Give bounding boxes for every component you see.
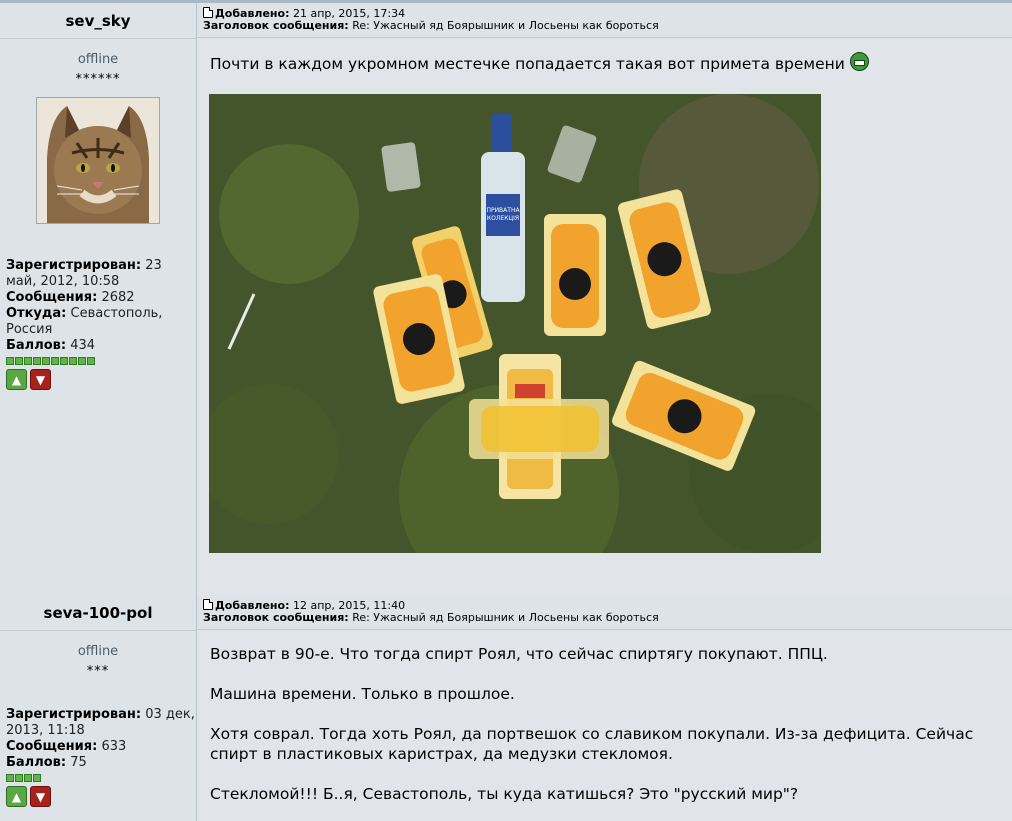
registered-label: Зарегистрирован:: [6, 707, 142, 722]
avatar: [36, 97, 160, 224]
paragraph: Стекломой!!! Б..я, Севастополь, ты куда …: [210, 785, 799, 803]
subject-label: Заголовок сообщения:: [203, 611, 349, 624]
post-message: Почти в каждом укромном местечке попадае…: [210, 55, 845, 73]
messages-label: Сообщения:: [6, 739, 98, 754]
thumbs-up-icon[interactable]: ▲: [6, 369, 27, 390]
post-icon[interactable]: [203, 7, 213, 18]
bottle-label-2: КОЛЕКЦІЯ: [487, 215, 519, 222]
points-value: 75: [70, 755, 87, 770]
user-profile-panel-2: offline *** Зарегистрирован: 03 дек, 201…: [0, 631, 197, 821]
paragraph: Хотя соврал. Тогда хоть Роял, да портвеш…: [210, 725, 974, 763]
thumbs-up-icon[interactable]: ▲: [6, 786, 27, 807]
user-profile-panel: offline ****** Зарегистрирован: 23 май, …: [0, 39, 197, 595]
post-icon[interactable]: [203, 599, 213, 610]
post-meta-header: Добавлено: 21 апр, 2015, 17:34 Заголовок…: [197, 3, 1012, 38]
vote-buttons: ▲ ▼: [6, 786, 196, 807]
paragraph: Машина времени. Только в прошлое.: [210, 685, 515, 703]
registered-label: Зарегистрирован:: [6, 258, 142, 273]
points-label: Баллов:: [6, 338, 67, 353]
location-label: Откуда:: [6, 306, 67, 321]
vote-buttons: ▲ ▼: [6, 369, 196, 390]
user-info: Зарегистрирован: 23 май, 2012, 10:58 Соо…: [0, 258, 196, 354]
online-status: offline: [77, 52, 119, 67]
username[interactable]: sev_sky: [65, 12, 130, 30]
messages-value: 633: [101, 739, 127, 754]
post-body-2: Возврат в 90-е. Что тогда спирт Роял, чт…: [197, 631, 1012, 821]
grin-icon: [849, 52, 869, 71]
post-body: Почти в каждом укромном местечке попадае…: [197, 39, 1012, 595]
post-subject: Re: Ужасный яд Боярышник и Лосьены как б…: [352, 19, 659, 32]
points-value: 434: [70, 338, 96, 353]
post-text: Почти в каждом укромном местечке попадае…: [197, 52, 1012, 74]
post-image[interactable]: ПРИВАТНА КОЛЕКЦІЯ: [209, 94, 821, 553]
post-text: Возврат в 90-е. Что тогда спирт Роял, чт…: [197, 644, 1012, 804]
rank-stars: ******: [75, 72, 121, 87]
post-author-name[interactable]: sev_sky: [0, 3, 197, 39]
thumbs-down-icon[interactable]: ▼: [30, 786, 51, 807]
bottle-label: ПРИВАТНА: [486, 207, 520, 214]
rating-bar: [6, 357, 196, 365]
post-author-name-2[interactable]: seva-100-pol: [0, 595, 197, 631]
points-label: Баллов:: [6, 755, 67, 770]
messages-value: 2682: [101, 290, 135, 305]
online-status: offline: [77, 644, 119, 659]
messages-label: Сообщения:: [6, 290, 98, 305]
paragraph: Возврат в 90-е. Что тогда спирт Роял, чт…: [210, 645, 828, 663]
rating-bar: [6, 774, 196, 782]
user-info: Зарегистрирован: 03 дек, 2013, 11:18 Соо…: [0, 707, 196, 771]
thumbs-down-icon[interactable]: ▼: [30, 369, 51, 390]
subject-label: Заголовок сообщения:: [203, 19, 349, 32]
username[interactable]: seva-100-pol: [44, 604, 153, 622]
rank-stars: ***: [86, 664, 110, 679]
post-meta-header-2: Добавлено: 12 апр, 2015, 11:40 Заголовок…: [197, 595, 1012, 630]
post-subject: Re: Ужасный яд Боярышник и Лосьены как б…: [352, 611, 659, 624]
